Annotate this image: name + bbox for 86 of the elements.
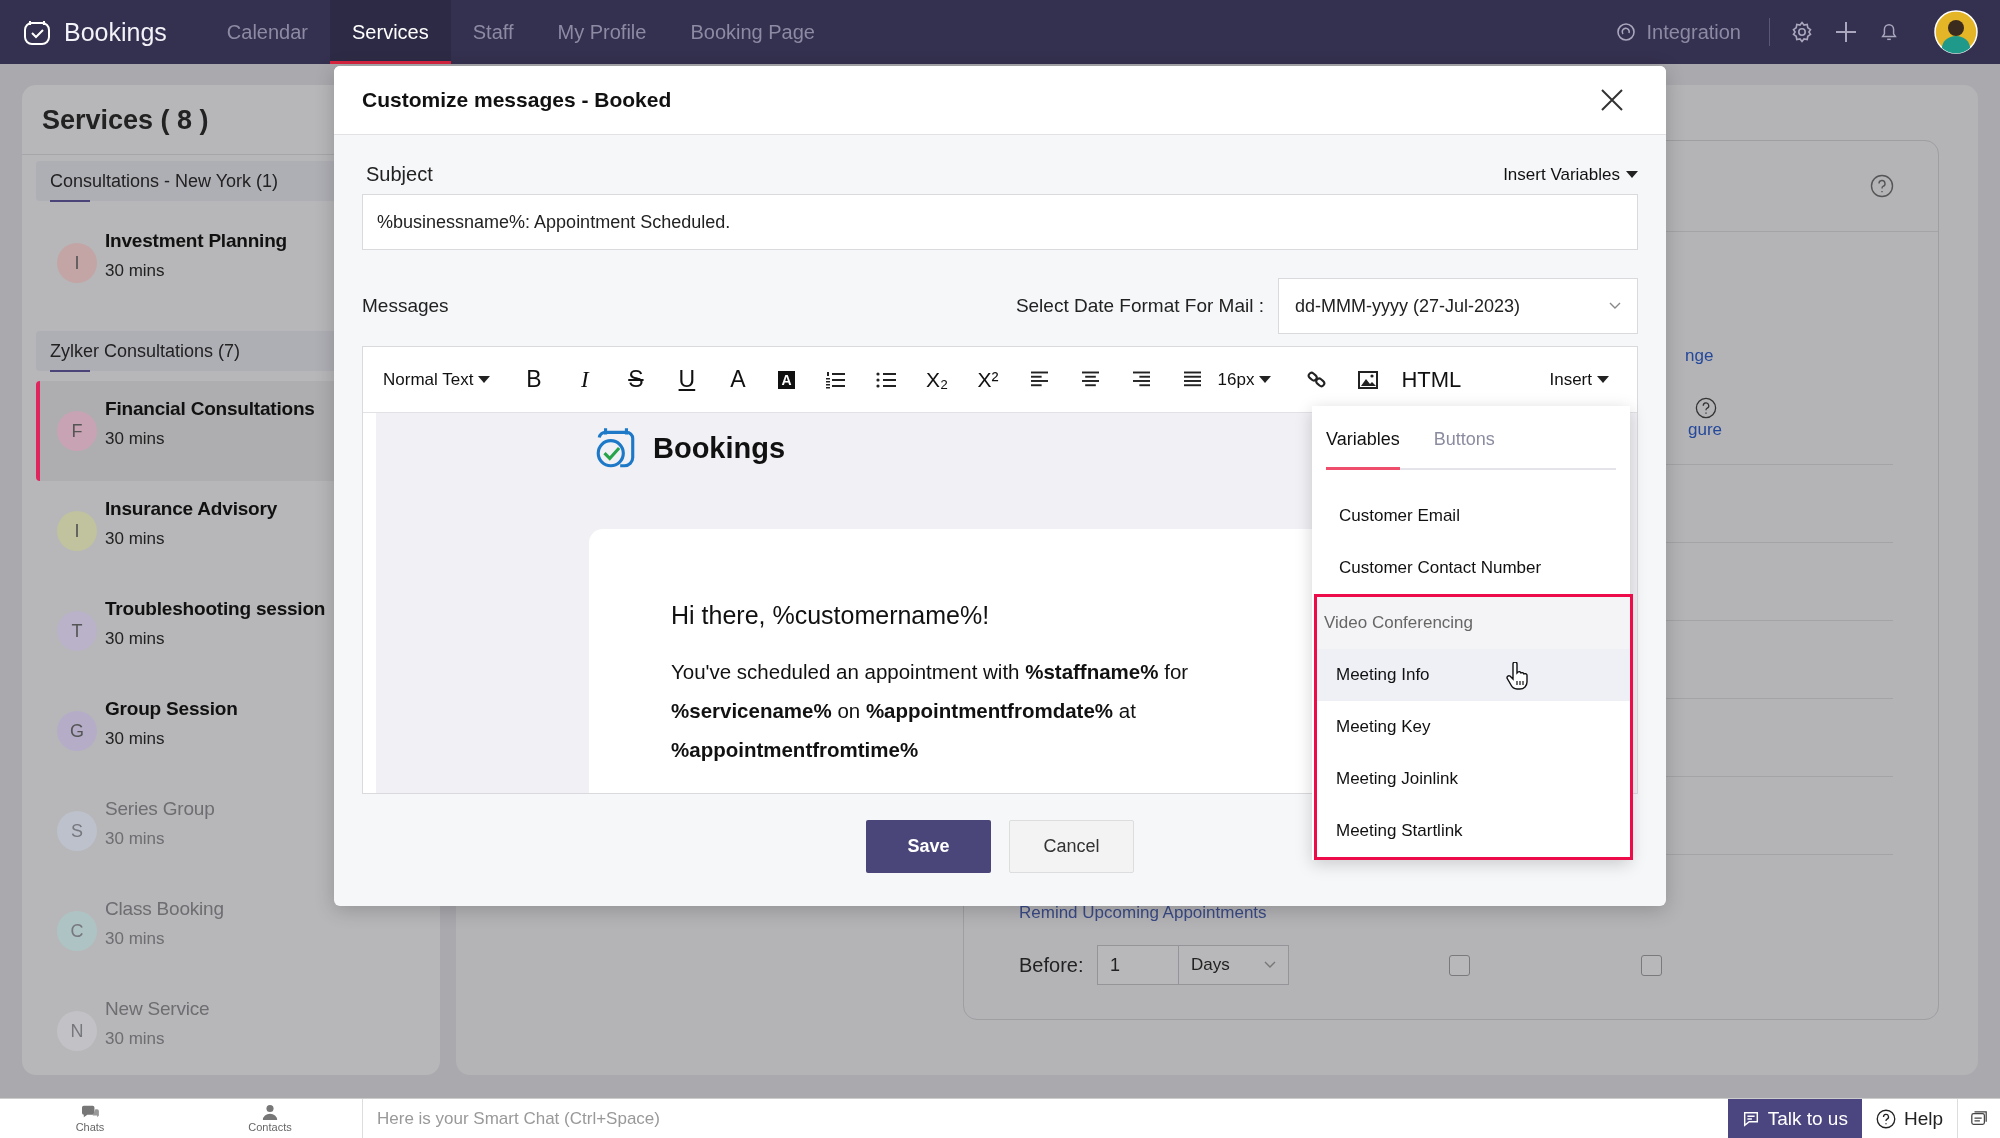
caret-icon xyxy=(1597,376,1609,383)
date-format-dropdown[interactable]: dd-MMM-yyyy (27-Jul-2023) xyxy=(1278,278,1638,334)
help-icon[interactable] xyxy=(1695,397,1717,419)
chevron-icon xyxy=(1609,302,1621,310)
messages-label: Messages xyxy=(362,295,449,317)
align-left-icon[interactable] xyxy=(1030,371,1048,388)
email-brand-name: Bookings xyxy=(653,431,786,465)
service-item[interactable]: T Troubleshooting session 30 mins xyxy=(36,581,440,681)
link-text[interactable]: gure xyxy=(1688,420,1723,440)
settings-icon[interactable] xyxy=(1790,20,1814,44)
toolbar-button[interactable]: HTML xyxy=(1401,366,1462,393)
person-icon xyxy=(262,1104,278,1120)
service-avatar: S xyxy=(57,811,97,851)
chat-bubbles-icon xyxy=(80,1104,100,1120)
nav-tab[interactable]: Staff xyxy=(450,0,536,64)
chevron-icon xyxy=(1264,961,1276,969)
numbered-list-icon[interactable] xyxy=(825,370,845,389)
toolbar-dropdown[interactable]: Insert xyxy=(1549,369,1609,390)
section-title: Remind Upcoming Appointments xyxy=(1019,903,1268,923)
service-avatar: C xyxy=(57,911,97,951)
toolbar-button[interactable]: A xyxy=(778,370,795,389)
menu-item[interactable]: Meeting Key xyxy=(1317,701,1630,753)
email-body-text: You've scheduled an appointment with %staffname% for %servicename% on %appointmentfromdate% at %appointmentfromtime% xyxy=(671,659,1190,763)
bullet-list-icon[interactable] xyxy=(876,370,896,389)
service-avatar: F xyxy=(57,411,97,451)
toolbar-button[interactable]: S xyxy=(610,366,662,393)
hand-cursor-icon xyxy=(1506,662,1528,690)
caret-icon xyxy=(478,376,491,383)
caret-icon xyxy=(1626,171,1638,178)
subject-field[interactable]: %businessname%: Appointment Scheduled. xyxy=(362,194,1638,250)
toolbar-dropdown[interactable]: 16px xyxy=(1217,369,1272,390)
menu-item[interactable]: Meeting Joinlink xyxy=(1317,753,1630,805)
close-icon[interactable] xyxy=(1600,88,1624,112)
before-label: Before: xyxy=(1019,953,1085,977)
app-name: Bookings xyxy=(64,17,167,47)
plus-icon[interactable] xyxy=(1834,20,1858,44)
toolbar-button[interactable]: I xyxy=(559,366,611,393)
menu-item[interactable]: Meeting Info xyxy=(1317,649,1630,701)
date-format-label: Select Date Format For Mail : xyxy=(1015,295,1264,317)
email-greeting: Hi there, %customername%! xyxy=(671,601,991,630)
menu-item[interactable]: Customer Contact Number xyxy=(1312,542,1630,594)
toolbar-button[interactable]: X² xyxy=(962,367,1014,392)
insert-variables-dropdown[interactable]: Insert Variables xyxy=(1503,164,1638,185)
unit-dropdown[interactable]: Days xyxy=(1179,945,1289,985)
contacts-button[interactable]: Contacts xyxy=(180,1099,360,1138)
nav-tab[interactable]: My Profile xyxy=(535,0,669,64)
image-icon[interactable] xyxy=(1357,370,1378,389)
menu-tab[interactable]: Variables xyxy=(1326,422,1400,470)
integration-link[interactable]: Integration xyxy=(1616,20,1741,44)
help-icon xyxy=(1875,1108,1896,1129)
service-avatar: I xyxy=(57,243,97,283)
service-item[interactable]: I Insurance Advisory 30 mins xyxy=(36,481,440,581)
service-item[interactable]: G Group Session 30 mins xyxy=(36,681,440,781)
menu-item[interactable]: Meeting Startlink xyxy=(1317,805,1630,857)
toolbar-button[interactable]: X₂ xyxy=(911,367,963,392)
service-avatar: I xyxy=(57,511,97,551)
link-icon[interactable] xyxy=(1307,370,1327,389)
link-text[interactable]: nge xyxy=(1685,346,1714,366)
integration-icon xyxy=(1616,22,1637,42)
nav-tab[interactable]: Calendar xyxy=(204,0,331,64)
align-right-icon[interactable] xyxy=(1132,371,1150,388)
talk-to-us-button[interactable]: Talk to us xyxy=(1727,1099,1862,1138)
nav-tab[interactable]: Services xyxy=(330,0,451,64)
checkbox[interactable] xyxy=(1641,954,1662,976)
user-avatar[interactable] xyxy=(1934,10,1978,54)
toolbar-button[interactable]: U xyxy=(661,366,713,393)
toolbar-button[interactable]: A xyxy=(712,366,764,393)
service-avatar: G xyxy=(57,711,97,751)
service-avatar: N xyxy=(57,1011,97,1051)
chats-button[interactable]: Chats xyxy=(0,1099,180,1138)
cancel-button[interactable]: Cancel xyxy=(1009,820,1134,873)
subject-label: Subject xyxy=(366,163,433,186)
chat-window-icon[interactable] xyxy=(1970,1109,1988,1128)
save-button[interactable]: Save xyxy=(866,820,991,873)
caret-icon xyxy=(1259,376,1272,383)
justify-icon[interactable] xyxy=(1183,371,1201,388)
help-icon[interactable] xyxy=(1870,174,1894,198)
service-avatar: T xyxy=(57,611,97,651)
number-field[interactable]: 1 xyxy=(1097,945,1179,985)
chat-icon xyxy=(1741,1109,1760,1128)
nav-tab[interactable]: Booking Page xyxy=(668,0,837,64)
checkbox[interactable] xyxy=(1449,954,1470,976)
toolbar-button[interactable]: B xyxy=(508,366,560,393)
menu-group-heading: Video Conferencing xyxy=(1317,597,1630,649)
menu-item[interactable]: Customer Email xyxy=(1312,490,1630,542)
align-center-icon[interactable] xyxy=(1081,371,1099,388)
